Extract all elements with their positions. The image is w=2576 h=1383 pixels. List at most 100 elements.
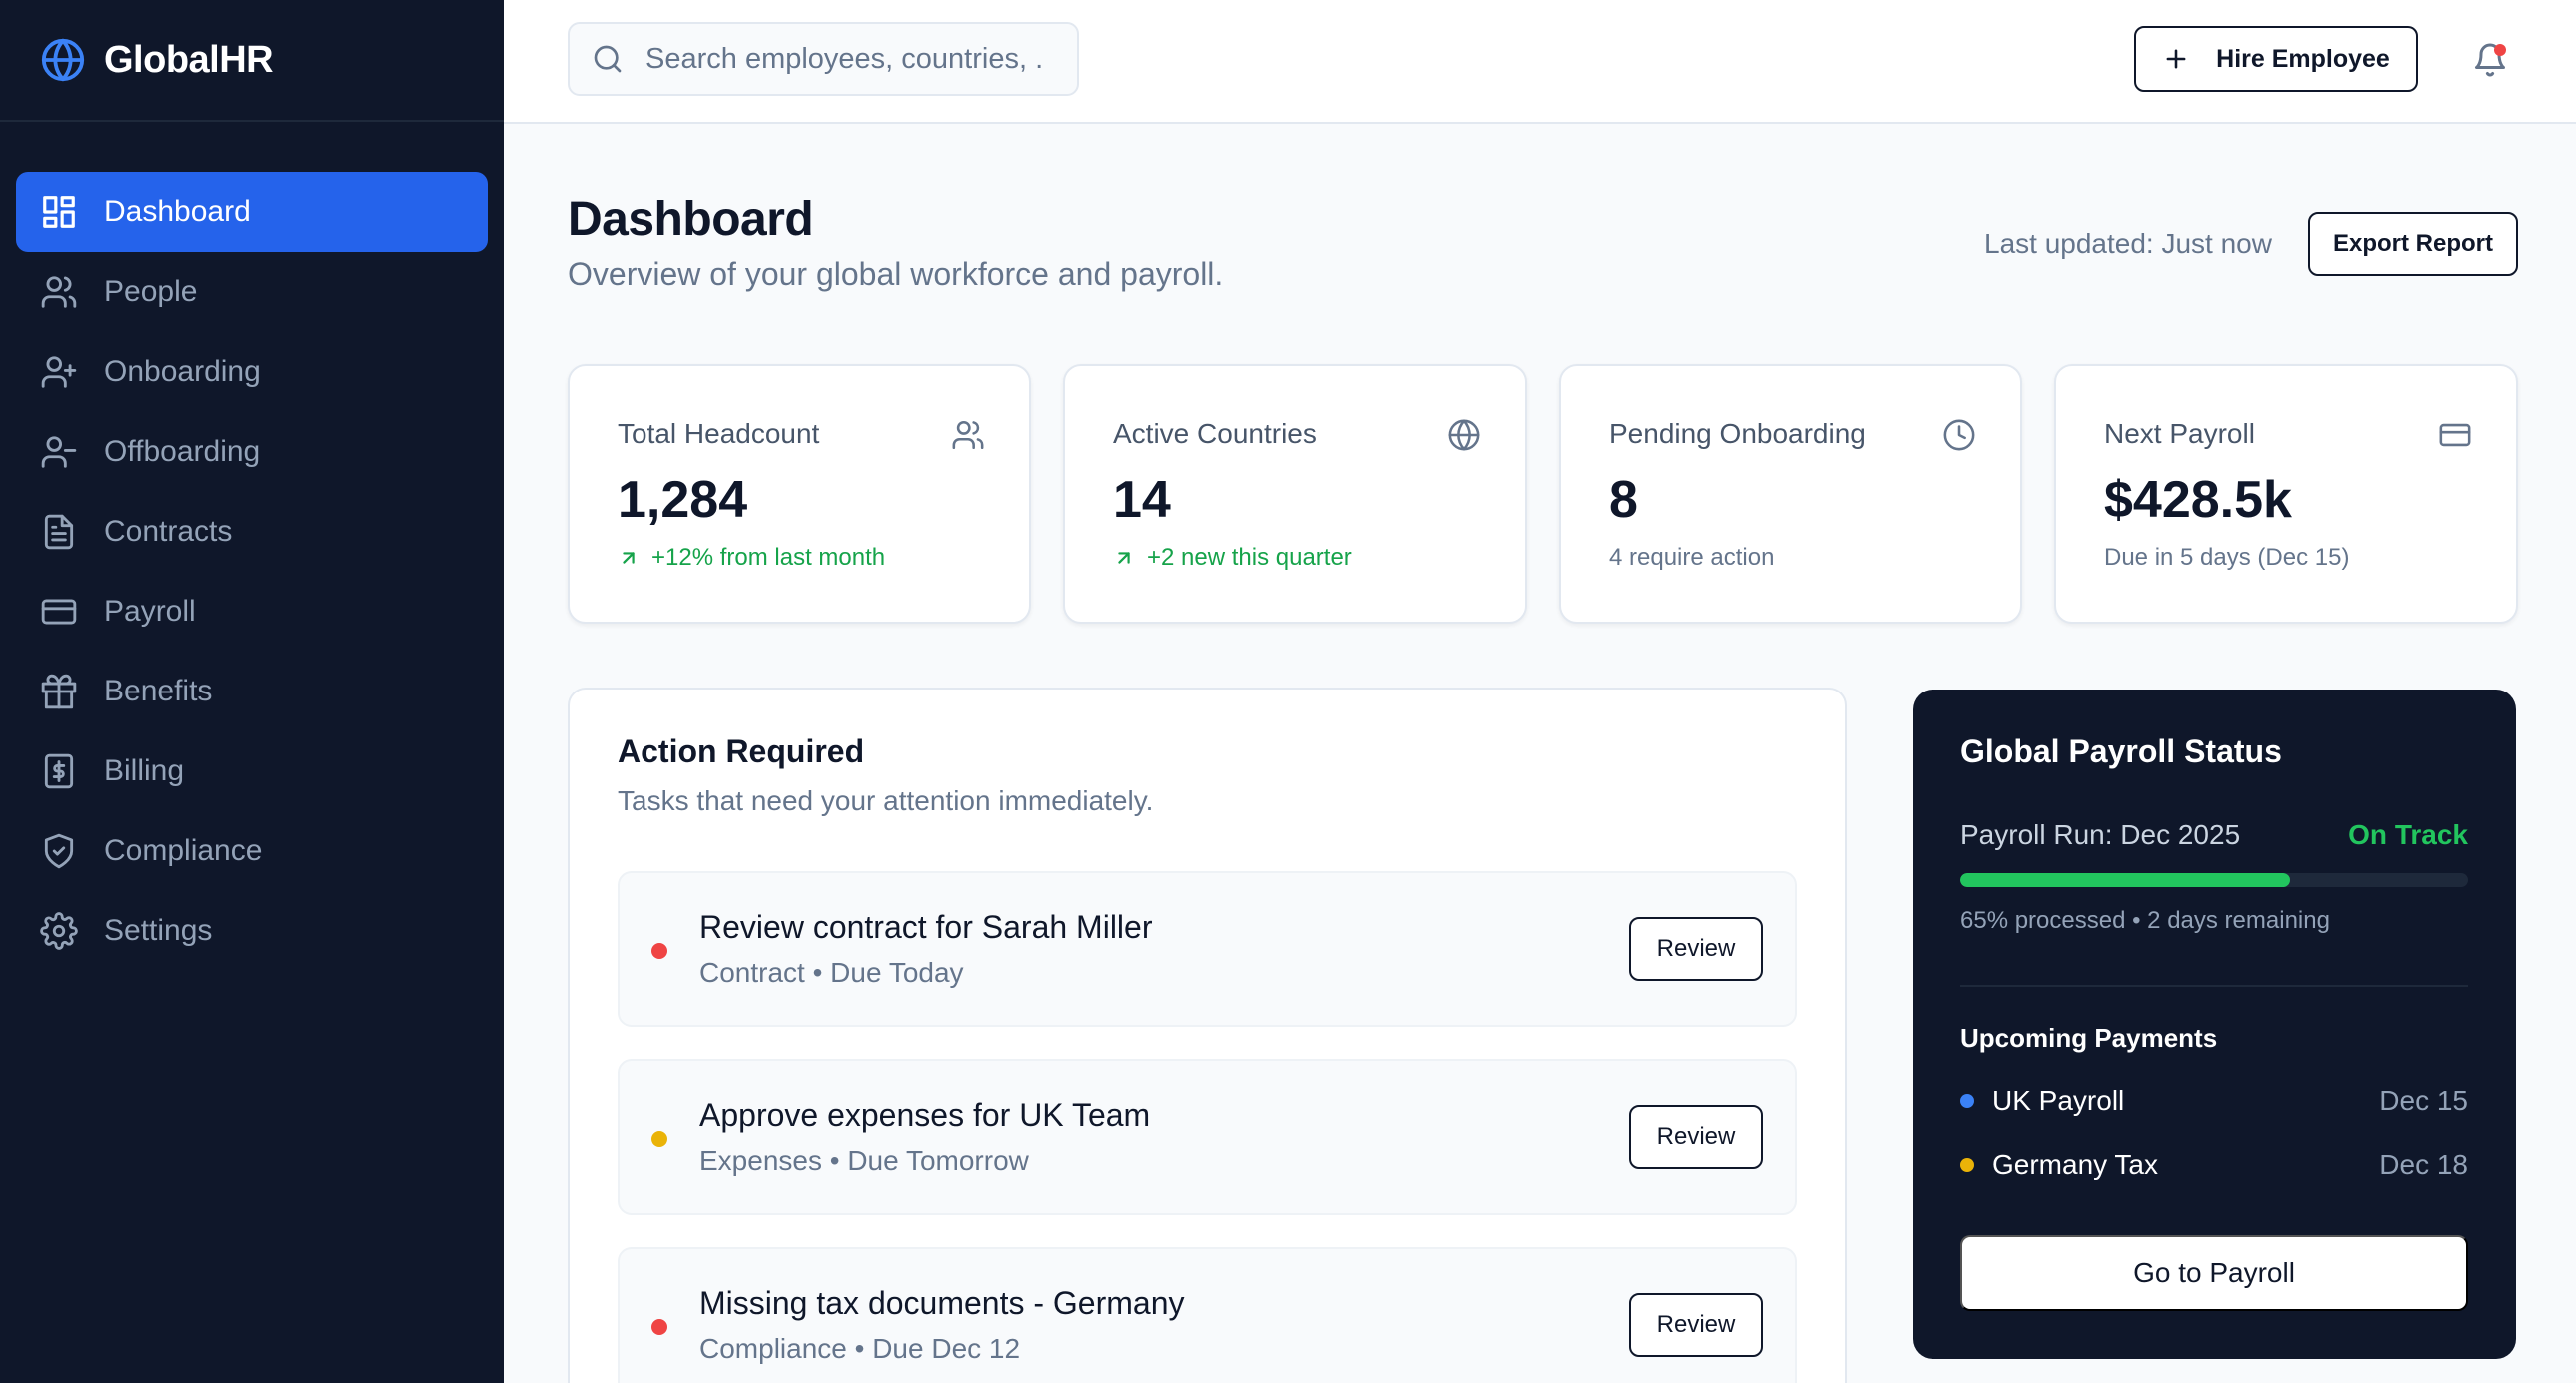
stat-note-text: +2 new this quarter — [1147, 544, 1352, 571]
sidebar-item-benefits[interactable]: Benefits — [16, 652, 488, 731]
notifications-button[interactable] — [2466, 36, 2514, 84]
stat-card-onboarding: Pending Onboarding 8 4 require action — [1559, 364, 2022, 624]
file-icon — [44, 514, 74, 550]
payment-row[interactable]: UK Payroll Dec 15 — [1960, 1081, 2468, 1121]
payroll-card-title: Global Payroll Status — [1960, 733, 2282, 769]
stat-note-text: +12% from last month — [651, 544, 886, 571]
sidebar-item-dashboard[interactable]: Dashboard — [16, 172, 488, 252]
arrow-up-right-icon — [1118, 552, 1130, 564]
payment-date: Dec 15 — [2379, 1085, 2468, 1116]
credit-card-icon — [2439, 423, 2471, 447]
sidebar: GlobalHR Dashboard People Onboarding Off… — [0, 0, 504, 1383]
payment-dot — [1960, 1158, 1974, 1172]
export-report-button[interactable]: Export Report — [2308, 212, 2518, 276]
gear-icon — [40, 912, 78, 950]
review-button[interactable]: Review — [1629, 1105, 1763, 1169]
search-input[interactable] — [645, 42, 1045, 76]
stat-label: Total Headcount — [618, 418, 820, 449]
stat-label: Pending Onboarding — [1609, 418, 1866, 449]
action-required-panel: Action Required Tasks that need your att… — [568, 688, 1847, 1383]
sidebar-item-label: Billing — [104, 754, 185, 787]
hire-employee-button[interactable]: Hire Employee — [2134, 26, 2418, 92]
sidebar-item-compliance[interactable]: Compliance — [16, 811, 488, 891]
stat-label: Active Countries — [1113, 418, 1317, 449]
page-subtitle: Overview of your global workforce and pa… — [568, 256, 1224, 292]
credit-card-icon — [41, 599, 77, 625]
task-item: Approve expenses for UK Team Expenses • … — [618, 1059, 1797, 1215]
sidebar-item-offboarding[interactable]: Offboarding — [16, 412, 488, 492]
globe-icon — [1448, 419, 1480, 451]
sidebar-item-label: Payroll — [104, 595, 196, 628]
sidebar-item-label: Dashboard — [104, 195, 251, 228]
divider — [1960, 985, 2468, 987]
payroll-progress-bar — [1960, 873, 2468, 887]
sidebar-item-label: Contracts — [104, 515, 233, 548]
review-button[interactable]: Review — [1629, 917, 1763, 981]
payroll-progress-note: 65% processed • 2 days remaining — [1960, 907, 2330, 934]
user-plus-icon — [41, 356, 77, 388]
brand[interactable]: GlobalHR — [0, 0, 504, 122]
dollar-receipt-icon — [44, 753, 74, 789]
people-icon — [41, 276, 77, 308]
sidebar-item-onboarding[interactable]: Onboarding — [16, 332, 488, 412]
sidebar-item-payroll[interactable]: Payroll — [16, 572, 488, 652]
stat-value: 1,284 — [618, 471, 748, 529]
gift-icon — [41, 674, 77, 709]
panel-subtitle: Tasks that need your attention immediate… — [618, 785, 1154, 816]
stat-note: +2 new this quarter — [1113, 544, 1352, 572]
task-title: Review contract for Sarah Miller — [699, 909, 1153, 945]
payment-dot — [1960, 1094, 1974, 1108]
stat-value: $428.5k — [2104, 471, 2292, 529]
sidebar-item-label: Settings — [104, 914, 213, 947]
sidebar-item-label: Benefits — [104, 675, 213, 707]
hire-employee-label: Hire Employee — [2216, 44, 2390, 73]
sidebar-item-settings[interactable]: Settings — [16, 891, 488, 971]
task-title: Missing tax documents - Germany — [699, 1285, 1185, 1321]
last-updated-text: Last updated: Just now — [1984, 228, 2272, 259]
globe-logo-icon — [41, 38, 85, 82]
sidebar-nav: Dashboard People Onboarding Offboarding … — [0, 122, 504, 971]
user-minus-icon — [41, 436, 77, 468]
stat-card-countries: Active Countries 14 +2 new this quarter — [1063, 364, 1527, 624]
sidebar-item-billing[interactable]: Billing — [16, 731, 488, 811]
dashboard-icon — [43, 196, 75, 228]
task-item: Missing tax documents - Germany Complian… — [618, 1247, 1797, 1383]
stat-card-next-payroll: Next Payroll $428.5k Due in 5 days (Dec … — [2054, 364, 2518, 624]
users-icon — [952, 420, 984, 450]
sidebar-item-contracts[interactable]: Contracts — [16, 492, 488, 572]
payment-name: Germany Tax — [1992, 1149, 2158, 1180]
go-to-payroll-button[interactable]: Go to Payroll — [1960, 1235, 2468, 1311]
stat-note: Due in 5 days (Dec 15) — [2104, 544, 2350, 571]
sidebar-item-label: Onboarding — [104, 355, 261, 388]
stat-value: 14 — [1113, 471, 1171, 529]
arrow-up-right-icon — [623, 552, 635, 564]
priority-dot — [651, 943, 667, 959]
search-box[interactable] — [568, 22, 1079, 96]
payment-date: Dec 18 — [2379, 1149, 2468, 1180]
task-meta: Contract • Due Today — [699, 957, 964, 988]
payroll-run-label: Payroll Run: Dec 2025 — [1960, 819, 2241, 850]
task-meta: Compliance • Due Dec 12 — [699, 1333, 1021, 1364]
priority-dot — [651, 1319, 667, 1335]
review-button[interactable]: Review — [1629, 1293, 1763, 1357]
stat-card-headcount: Total Headcount 1,284 +12% from last mon… — [568, 364, 1031, 624]
sidebar-item-label: Compliance — [104, 834, 263, 867]
upcoming-payments-title: Upcoming Payments — [1960, 1023, 2218, 1053]
priority-dot — [651, 1131, 667, 1147]
page-title: Dashboard — [568, 193, 814, 246]
sidebar-item-label: People — [104, 275, 198, 308]
topbar: Hire Employee — [504, 0, 2576, 124]
payment-row[interactable]: Germany Tax Dec 18 — [1960, 1145, 2468, 1185]
task-title: Approve expenses for UK Team — [699, 1097, 1151, 1133]
sidebar-item-people[interactable]: People — [16, 252, 488, 332]
stat-value: 8 — [1609, 471, 1638, 529]
payroll-progress-fill — [1960, 873, 2291, 887]
stat-label: Next Payroll — [2104, 418, 2255, 449]
clock-icon — [1943, 419, 1975, 451]
global-payroll-status-card: Global Payroll Status Payroll Run: Dec 2… — [1913, 690, 2516, 1359]
search-icon — [594, 45, 622, 73]
stat-note: +12% from last month — [618, 544, 885, 572]
shield-icon — [44, 833, 74, 869]
stat-note: 4 require action — [1609, 544, 1775, 571]
notification-dot — [2494, 44, 2506, 56]
